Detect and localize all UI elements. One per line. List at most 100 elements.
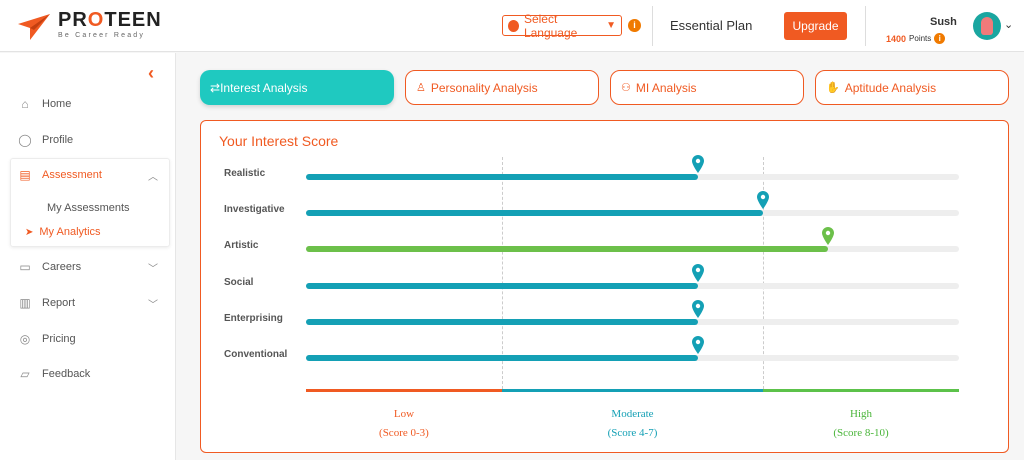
- score-marker-icon: [691, 336, 704, 354]
- sidebar-item-label: My Analytics: [39, 226, 101, 238]
- tab-label: Personality Analysis: [430, 80, 538, 95]
- legend-band-label: Low (Score 0-3): [306, 405, 502, 443]
- sidebar-item-label: Home: [42, 98, 72, 110]
- hand-icon: ✋: [826, 82, 840, 94]
- chevron-down-icon[interactable]: ⌄: [1004, 18, 1013, 31]
- sidebar-subitem-my-assessments[interactable]: My Assessments: [47, 202, 130, 214]
- sidebar: ‹ ⌂ Home ◯ Profile ▤ Assessment ︿ My Ass…: [0, 53, 176, 460]
- legend-range: (Score 0-3): [379, 427, 429, 439]
- score-bar: [306, 210, 764, 216]
- info-icon[interactable]: i: [934, 33, 946, 44]
- upgrade-button[interactable]: Upgrade: [784, 12, 847, 40]
- user-icon: ◯: [18, 133, 32, 147]
- sidebar-item-pricing[interactable]: ◎ Pricing: [0, 322, 176, 356]
- tab-aptitude-analysis[interactable]: ✋ Aptitude Analysis: [815, 70, 1009, 105]
- legend-band-bar: [306, 389, 502, 392]
- score-track: [306, 227, 959, 252]
- points-display: 1400 Points i: [886, 33, 946, 44]
- score-track: [306, 264, 959, 289]
- score-track: [306, 300, 959, 325]
- sidebar-item-report[interactable]: ▥ Report ﹀: [0, 286, 176, 320]
- score-marker-icon: [691, 300, 704, 318]
- legend-label: High: [850, 408, 873, 420]
- chevron-up-icon[interactable]: ︿: [148, 168, 158, 183]
- sidebar-item-label: Profile: [42, 134, 74, 146]
- category-label: Artistic: [224, 240, 259, 251]
- user-name: Sush: [930, 16, 957, 28]
- tab-personality-analysis[interactable]: ♙ Personality Analysis: [405, 70, 599, 105]
- sidebar-item-feedback[interactable]: ▱ Feedback: [0, 357, 176, 391]
- tab-mi-analysis[interactable]: ⚇ MI Analysis: [610, 70, 804, 105]
- score-marker-icon: [822, 227, 835, 245]
- score-marker-icon: [757, 191, 770, 209]
- brand-name: PROTEEN: [58, 9, 162, 31]
- globe-icon: [508, 19, 519, 32]
- legend-label: Low: [393, 408, 415, 420]
- home-icon: ⌂: [21, 97, 29, 111]
- divider: [652, 6, 653, 46]
- score-track: [306, 155, 959, 180]
- score-marker-icon: [691, 155, 704, 173]
- legend-range: (Score 8-10): [833, 427, 889, 439]
- briefcase-icon: ▭: [19, 260, 31, 274]
- legend-band-bar: [501, 389, 764, 392]
- legend-band-bar: [763, 389, 959, 392]
- feedback-icon: ▱: [20, 367, 30, 381]
- score-bar: [306, 319, 698, 325]
- plan-name: Essential Plan: [670, 18, 753, 33]
- sidebar-item-label: Feedback: [42, 368, 91, 380]
- collapse-sidebar-icon[interactable]: ‹: [148, 63, 154, 84]
- category-label: Investigative: [224, 204, 285, 215]
- info-icon[interactable]: i: [628, 19, 641, 32]
- sidebar-item-assessment[interactable]: ▤ Assessment ︿: [0, 158, 176, 192]
- score-bar: [306, 246, 829, 252]
- category-label: Conventional: [224, 349, 288, 360]
- card-title: Your Interest Score: [219, 133, 339, 149]
- people-icon: ⚇: [621, 82, 631, 94]
- sidebar-item-label: Pricing: [42, 333, 76, 345]
- legend-label: Moderate: [611, 408, 654, 420]
- avatar-face-icon: [981, 17, 993, 35]
- assessment-icon: ▤: [19, 168, 31, 182]
- language-select[interactable]: Select Language ▼: [502, 12, 622, 40]
- person-icon: ♙: [416, 82, 426, 94]
- legend-band-label: Moderate (Score 4-7): [535, 405, 731, 443]
- sidebar-item-label: Report: [42, 297, 76, 309]
- tab-label: Aptitude Analysis: [844, 80, 937, 95]
- logo-mark-icon: [18, 14, 50, 40]
- legend-range: (Score 4-7): [607, 427, 658, 439]
- top-header: PROTEEN Be Career Ready Select Language …: [0, 0, 1024, 52]
- sidebar-item-label: Assessment: [42, 169, 102, 181]
- legend-band-label: High (Score 8-10): [763, 405, 959, 443]
- category-label: Social: [224, 277, 254, 288]
- points-value: 1400: [886, 33, 907, 44]
- category-label: Enterprising: [224, 313, 283, 324]
- score-marker-icon: [691, 264, 704, 282]
- proteen-logo[interactable]: PROTEEN Be Career Ready: [16, 10, 162, 42]
- caret-down-icon: ▼: [606, 20, 616, 31]
- chevron-down-icon[interactable]: ﹀: [148, 296, 158, 311]
- sidebar-item-label: Careers: [42, 261, 82, 273]
- interest-score-card: Your Interest Score Realistic Investigati…: [200, 120, 1009, 453]
- sidebar-item-careers[interactable]: ▭ Careers ﹀: [0, 250, 176, 284]
- score-bar: [306, 355, 698, 361]
- chevron-down-icon[interactable]: ﹀: [148, 260, 158, 275]
- language-select-label: Select Language: [523, 11, 578, 40]
- divider: [865, 6, 866, 46]
- refresh-icon: ⇄: [210, 80, 221, 95]
- score-track: [306, 191, 959, 216]
- sidebar-item-home[interactable]: ⌂ Home: [0, 87, 176, 121]
- tab-label: MI Analysis: [635, 80, 697, 95]
- sidebar-subitem-my-analytics[interactable]: ➤ My Analytics: [25, 226, 101, 238]
- points-label: Points: [909, 34, 932, 43]
- paper-plane-icon: ➤: [25, 227, 34, 238]
- score-bar: [306, 283, 698, 289]
- avatar[interactable]: [973, 12, 1001, 40]
- category-label: Realistic: [224, 168, 266, 179]
- pricing-icon: ◎: [19, 332, 31, 346]
- sidebar-item-profile[interactable]: ◯ Profile: [0, 123, 176, 157]
- tab-interest-analysis[interactable]: ⇄ Interest Analysis: [200, 70, 394, 105]
- tab-label: Interest Analysis: [220, 80, 308, 95]
- score-bar: [306, 174, 698, 180]
- score-track: [306, 336, 959, 361]
